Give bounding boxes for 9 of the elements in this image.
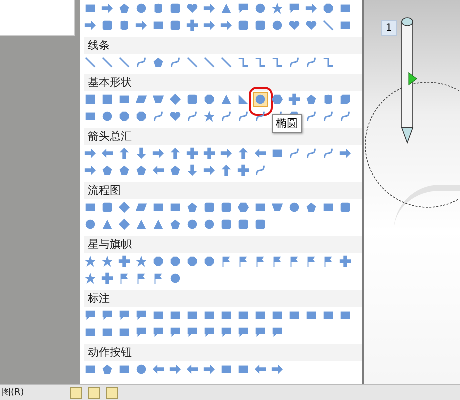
section-title: 星与旗帜 xyxy=(88,237,132,252)
section-title: 标注 xyxy=(88,291,110,306)
section-title: 动作按钮 xyxy=(88,345,132,360)
section-title: 箭头总汇 xyxy=(88,129,132,144)
tooltip: 椭圆 xyxy=(272,114,302,133)
section-title: 线条 xyxy=(88,38,110,53)
badge: 1 xyxy=(381,20,397,36)
section-title: 基本形状 xyxy=(88,75,132,90)
section-title: 流程图 xyxy=(88,183,121,198)
